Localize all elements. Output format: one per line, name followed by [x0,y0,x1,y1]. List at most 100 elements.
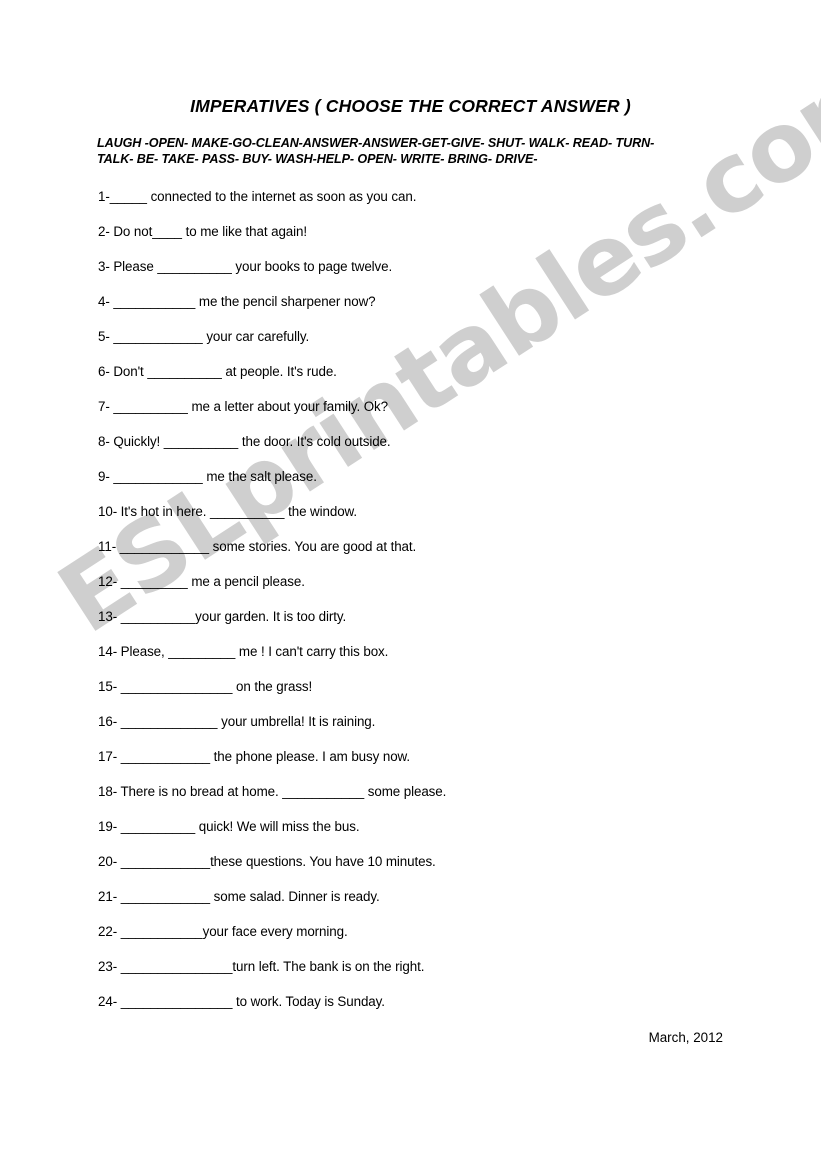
question-number: 15- [98,679,118,694]
question-number: 4- [98,294,110,309]
question-row: 10- It's hot in here. __________ the win… [98,504,758,539]
question-number: 23- [98,959,118,974]
question-text-after-blank: to work. Today is Sunday. [232,994,385,1009]
question-row: 12- _________ me a pencil please. [98,574,758,609]
answer-blank[interactable]: _______________ [121,994,233,1009]
question-text-after-blank: quick! We will miss the bus. [195,819,360,834]
footer-date: March, 2012 [648,1030,723,1045]
question-number: 1- [98,189,110,204]
question-text-after-blank: the window. [284,504,357,519]
question-number: 2- [98,224,110,239]
answer-blank[interactable]: _________ [121,574,188,589]
question-number: 17- [98,749,118,764]
question-text-after-blank: your car carefully. [202,329,310,344]
answer-blank[interactable]: _________ [168,644,235,659]
question-text-before-blank: Do not [109,224,153,239]
word-bank-line-2: TALK- BE- TAKE- PASS- BUY- WASH-HELP- OP… [97,151,538,166]
question-text-before-blank: Please, [117,644,169,659]
answer-blank[interactable]: __________ [121,609,195,624]
question-number: 22- [98,924,118,939]
question-row: 11- ____________ some stories. You are g… [98,539,758,574]
question-row: 6- Don't __________ at people. It's rude… [98,364,758,399]
question-row: 18- There is no bread at home. _________… [98,784,758,819]
question-text-after-blank: me ! I can't carry this box. [235,644,389,659]
question-number: 6- [98,364,110,379]
question-row: 22- ___________your face every morning. [98,924,758,959]
question-number: 16- [98,714,118,729]
question-text-after-blank: turn left. The bank is on the right. [232,959,425,974]
question-number: 9- [98,469,110,484]
question-row: 9- ____________ me the salt please. [98,469,758,504]
answer-blank[interactable]: _______________ [121,959,233,974]
question-text-after-blank: your face every morning. [202,924,348,939]
question-text-after-blank: your umbrella! It is raining. [217,714,376,729]
word-bank: LAUGH -OPEN- MAKE-GO-CLEAN-ANSWER-ANSWER… [97,136,733,167]
question-text-after-blank: the door. It's cold outside. [238,434,391,449]
answer-blank[interactable]: __________ [113,399,187,414]
question-row: 16- _____________ your umbrella! It is r… [98,714,758,749]
question-row: 17- ____________ the phone please. I am … [98,749,758,784]
answer-blank[interactable]: __________ [157,259,231,274]
question-number: 20- [98,854,118,869]
question-text-before-blank: Quickly! [109,434,164,449]
question-row: 13- __________your garden. It is too dir… [98,609,758,644]
question-text-after-blank: your garden. It is too dirty. [195,609,347,624]
question-text-after-blank: me a letter about your family. Ok? [187,399,388,414]
question-number: 19- [98,819,118,834]
question-text-before-blank: It's hot in here. [117,504,211,519]
question-text-after-blank: some please. [364,784,447,799]
question-row: 24- _______________ to work. Today is Su… [98,994,758,1029]
question-row: 4- ___________ me the pencil sharpener n… [98,294,758,329]
answer-blank[interactable]: ____________ [121,854,210,869]
question-number: 3- [98,259,110,274]
question-row: 2- Do not____ to me like that again! [98,224,758,259]
question-text-after-blank: me a pencil please. [187,574,305,589]
question-text-after-blank: the phone please. I am busy now. [210,749,410,764]
question-number: 18- [98,784,118,799]
question-number: 24- [98,994,118,1009]
answer-blank[interactable]: ____________ [121,889,210,904]
question-text-after-blank: some stories. You are good at that. [209,539,417,554]
question-text-after-blank: your books to page twelve. [231,259,393,274]
question-row: 19- __________ quick! We will miss the b… [98,819,758,854]
question-row: 15- _______________ on the grass! [98,679,758,714]
answer-blank[interactable]: _____ [110,189,147,204]
question-text-after-blank: me the salt please. [202,469,317,484]
question-number: 14- [98,644,118,659]
question-text-after-blank: some salad. Dinner is ready. [210,889,380,904]
question-list: 1-_____ connected to the internet as soo… [98,189,758,1029]
answer-blank[interactable]: _______________ [121,679,233,694]
question-row: 8- Quickly! __________ the door. It's co… [98,434,758,469]
question-text-before-blank: There is no bread at home. [117,784,283,799]
answer-blank[interactable]: ____________ [113,329,202,344]
question-number: 11- [98,539,117,554]
question-row: 14- Please, _________ me ! I can't carry… [98,644,758,679]
answer-blank[interactable]: __________ [210,504,284,519]
answer-blank[interactable]: ___________ [121,924,203,939]
question-text-after-blank: to me like that again! [182,224,307,239]
answer-blank[interactable]: __________ [147,364,221,379]
answer-blank[interactable]: ___________ [282,784,364,799]
question-number: 13- [98,609,118,624]
question-number: 7- [98,399,110,414]
answer-blank[interactable]: __________ [164,434,238,449]
question-row: 1-_____ connected to the internet as soo… [98,189,758,224]
answer-blank[interactable]: ____ [152,224,182,239]
question-row: 3- Please __________ your books to page … [98,259,758,294]
answer-blank[interactable]: _____________ [121,714,218,729]
answer-blank[interactable]: ____________ [120,539,209,554]
question-text-after-blank: these questions. You have 10 minutes. [210,854,436,869]
question-text-before-blank: Please [109,259,158,274]
question-row: 21- ____________ some salad. Dinner is r… [98,889,758,924]
question-text-after-blank: connected to the internet as soon as you… [146,189,417,204]
answer-blank[interactable]: ____________ [121,749,210,764]
worksheet-page: ESLprintables.com IMPERATIVES ( CHOOSE T… [0,0,821,1169]
question-text-before-blank: Don't [109,364,148,379]
question-row: 20- ____________these questions. You hav… [98,854,758,889]
question-number: 8- [98,434,110,449]
answer-blank[interactable]: ___________ [113,294,195,309]
answer-blank[interactable]: ____________ [113,469,202,484]
answer-blank[interactable]: __________ [121,819,195,834]
question-number: 5- [98,329,110,344]
question-row: 5- ____________ your car carefully. [98,329,758,364]
